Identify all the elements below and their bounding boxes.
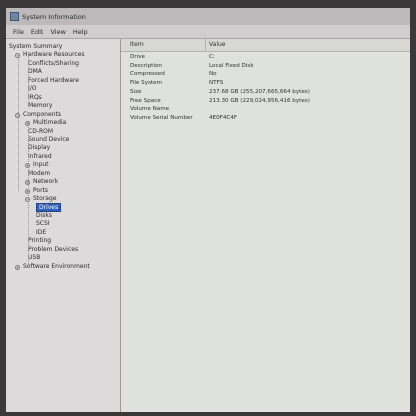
- expand-icon[interactable]: +: [15, 264, 20, 270]
- tree-item-label: Software Environment: [23, 262, 90, 270]
- tree-item-label: SCSI: [36, 220, 50, 228]
- tree-item-label: Modem: [28, 169, 51, 177]
- tree-item-label: Input: [33, 161, 49, 169]
- tree-item-label: Conflicts/Sharing: [28, 59, 79, 67]
- details-item-cell: Volume Serial Number: [130, 114, 193, 121]
- tree-item-label: Hardware Resources: [23, 51, 85, 59]
- system-information-icon: [10, 12, 19, 21]
- details-item-cell: Volume Name: [130, 106, 170, 113]
- tree-guide-line: [18, 55, 19, 191]
- menu-edit[interactable]: Edit: [31, 28, 44, 36]
- tree-item-label: Components: [23, 110, 61, 118]
- tree-item-label: USB: [28, 254, 41, 262]
- menu-bar: File Edit View Help: [6, 25, 410, 39]
- tree-item-label: Storage: [33, 195, 57, 203]
- tree-item-label: Display: [28, 144, 51, 152]
- details-item-cell: Size: [130, 88, 142, 95]
- tree-guide-line: [28, 55, 29, 105]
- details-row[interactable]: Volume Name: [121, 105, 410, 113]
- tree-item-label: Sound Device: [28, 135, 70, 143]
- system-information-window: System Information File Edit View Help S…: [6, 8, 410, 412]
- details-row[interactable]: Drive C:: [121, 53, 410, 61]
- tree-item-label: IDE: [36, 228, 47, 236]
- details-row[interactable]: Volume Serial Number 4E0F4C4F: [121, 114, 410, 122]
- details-value-cell: 213.30 GB (229,024,956,416 bytes): [209, 97, 310, 104]
- details-item-cell: Description: [130, 62, 162, 69]
- title-bar: System Information: [6, 8, 410, 25]
- details-item-cell: Compressed: [130, 71, 165, 78]
- column-header-value[interactable]: Value: [209, 41, 225, 48]
- tree-item-label: DMA: [28, 68, 42, 76]
- tree-item-label: CD-ROM: [28, 127, 54, 135]
- tree-item-label: Disks: [36, 212, 53, 219]
- details-value-cell: 4E0F4C4F: [209, 114, 238, 121]
- details-value-cell: Local Fixed Disk: [209, 62, 254, 69]
- category-tree: System Summary − Hardware Resources Conflic…: [6, 39, 121, 412]
- menu-help[interactable]: Help: [73, 28, 88, 36]
- tree-item-label: Multimedia: [33, 119, 67, 127]
- details-item-cell: Free Space: [130, 97, 161, 104]
- details-header: Item Value: [121, 39, 410, 52]
- window-title: System Information: [22, 12, 86, 21]
- details-row[interactable]: File System NTFS: [121, 79, 410, 87]
- details-value-cell: 237.68 GB (255,207,665,664 bytes): [209, 88, 310, 95]
- column-header-item[interactable]: Item: [130, 41, 144, 48]
- menu-view[interactable]: View: [50, 28, 65, 36]
- details-item-cell: Drive: [130, 54, 145, 60]
- tree-guide-line: [28, 122, 29, 264]
- tree-item-label: System Summary: [9, 43, 63, 50]
- tree-item-label: Memory: [28, 102, 53, 110]
- tree-item-software-environment[interactable]: + Software Environment: [15, 262, 90, 271]
- details-row[interactable]: Free Space 213.30 GB (229,024,956,416 byt…: [121, 97, 410, 105]
- tree-item-label: Network: [33, 178, 59, 186]
- details-row[interactable]: Description Local Fixed Disk: [121, 62, 410, 70]
- tree-item-label: Ports: [33, 186, 49, 194]
- tree-item-label: Printing: [28, 237, 52, 245]
- details-row[interactable]: Size 237.68 GB (255,207,665,664 bytes): [121, 88, 410, 96]
- details-value-cell: C:: [209, 54, 215, 60]
- tree-item-label: I/O: [28, 85, 37, 93]
- details-item-cell: File System: [130, 80, 162, 87]
- details-value-cell: NTFS: [209, 80, 224, 87]
- tree-item-label: Problem Devices: [28, 245, 79, 253]
- menu-file[interactable]: File: [13, 28, 24, 36]
- details-pane: Item Value Drive C: Description Local Fixed…: [121, 39, 410, 412]
- tree-item-label: IRQs: [28, 93, 42, 101]
- details-value-cell: No: [209, 71, 217, 78]
- tree-item-label: Infrared: [28, 152, 52, 160]
- tree-item-label: Forced Hardware: [28, 76, 79, 84]
- details-row[interactable]: Compressed No: [121, 70, 410, 78]
- column-divider[interactable]: [205, 39, 206, 51]
